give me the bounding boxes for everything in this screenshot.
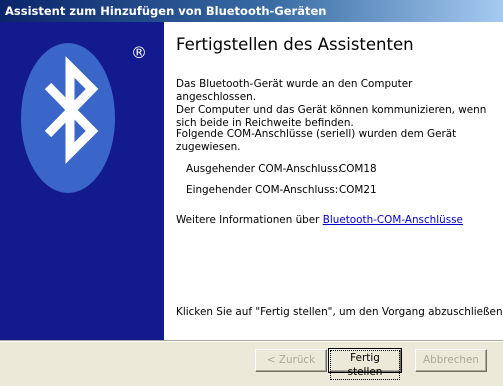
back-button-label: < Zurück (266, 354, 316, 366)
wizard-content: ® Fertigstellen des Assistenten Das Blue… (0, 22, 503, 340)
finish-instruction: Klicken Sie auf "Fertig stellen", um den… (176, 306, 503, 318)
incoming-com-label: Eingehender COM-Anschluss: (186, 184, 339, 196)
incoming-com-value: COM21 (339, 184, 377, 196)
title-bar[interactable]: Assistent zum Hinzufügen von Bluetooth-G… (0, 0, 503, 22)
connected-line-1: Das Bluetooth-Gerät wurde an den Compute… (176, 78, 413, 103)
back-button[interactable]: < Zurück (255, 349, 327, 372)
info-line: Weitere Informationen über Bluetooth-COM… (176, 214, 494, 227)
cancel-button[interactable]: Abbrechen (415, 349, 487, 372)
incoming-com-row: Eingehender COM-Anschluss: COM21 (186, 184, 377, 196)
com-assigned-message: Folgende COM-Anschlüsse (seriell) wurden… (176, 128, 494, 154)
window-title: Assistent zum Hinzufügen von Bluetooth-G… (5, 4, 327, 18)
button-separator (0, 340, 503, 342)
outgoing-com-row: Ausgehender COM-Anschluss: COM18 (186, 163, 377, 175)
finish-button[interactable]: Fertig stellen (328, 348, 402, 380)
connected-message: Das Bluetooth-Gerät wurde an den Compute… (176, 78, 494, 130)
wizard-window: Assistent zum Hinzufügen von Bluetooth-G… (0, 0, 503, 386)
com-assigned-line-1: Folgende COM-Anschlüsse (seriell) wurden… (176, 128, 457, 140)
registered-mark: ® (131, 43, 147, 62)
finish-button-label: Fertig stellen (330, 350, 400, 380)
com-assigned-line-2: zugewiesen. (176, 141, 241, 153)
bluetooth-com-link[interactable]: Bluetooth-COM-Anschlüsse (323, 214, 463, 226)
info-prefix: Weitere Informationen über (176, 214, 323, 226)
outgoing-com-label: Ausgehender COM-Anschluss: (186, 163, 342, 175)
bluetooth-logo-icon: ® (21, 43, 147, 193)
connected-line-2: Der Computer und das Gerät können kommun… (176, 104, 487, 116)
branding-panel: ® (0, 22, 164, 340)
page-title: Fertigstellen des Assistenten (176, 35, 414, 54)
wizard-body: Fertigstellen des Assistenten Das Blueto… (164, 22, 503, 340)
cancel-button-label: Abbrechen (422, 354, 479, 366)
outgoing-com-value: COM18 (339, 163, 377, 175)
